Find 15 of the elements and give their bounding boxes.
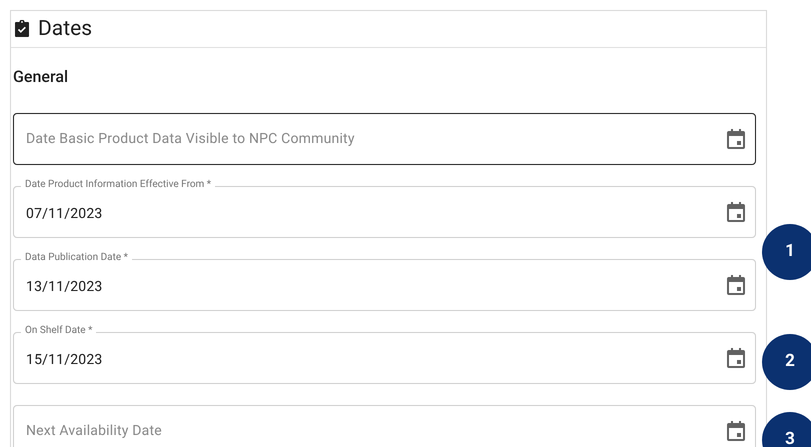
calendar-icon[interactable]: [727, 421, 745, 441]
step-badge: 1: [762, 224, 811, 280]
step-badge: 3: [762, 412, 811, 447]
calendar-icon[interactable]: [727, 202, 745, 222]
date-field[interactable]: 15/11/2023: [13, 332, 756, 384]
subsection-title: General: [13, 67, 68, 86]
calendar-icon[interactable]: [727, 275, 745, 295]
date-field[interactable]: 13/11/2023: [13, 259, 756, 311]
section-title: Dates: [38, 18, 92, 40]
date-field[interactable]: Date Basic Product Data Visible to NPC Community: [13, 113, 756, 165]
calendar-icon[interactable]: [727, 348, 745, 368]
clipboard-check-icon: [14, 20, 30, 38]
step-badge: 2: [762, 334, 811, 390]
calendar-icon[interactable]: [727, 129, 745, 149]
date-field[interactable]: 07/11/2023: [13, 186, 756, 238]
